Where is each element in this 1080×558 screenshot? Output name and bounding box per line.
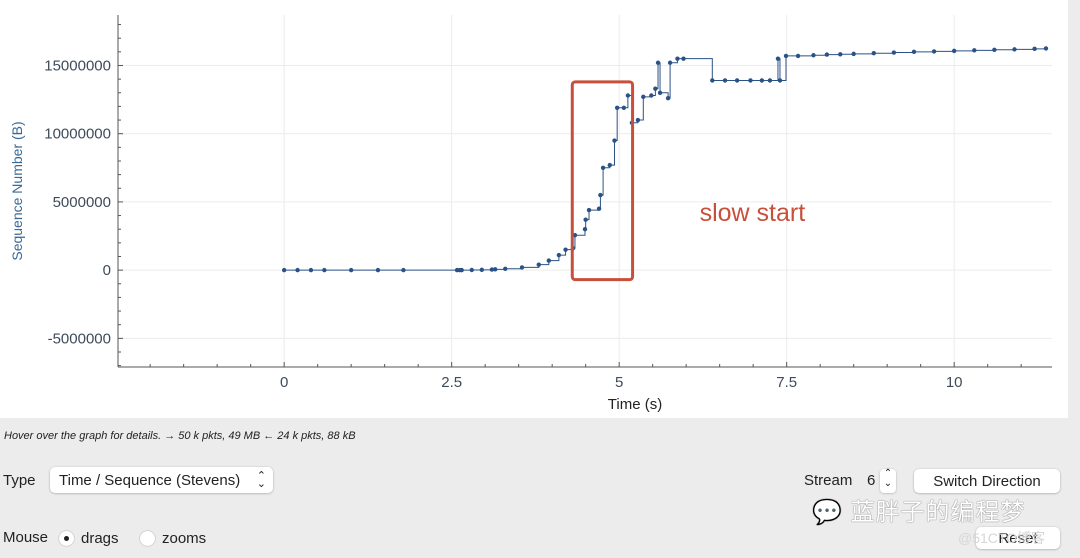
data-point [911, 49, 917, 55]
data-point [951, 48, 957, 54]
data-point [795, 53, 801, 59]
data-point [281, 267, 287, 273]
data-point [493, 267, 498, 272]
y-tick-label: 15000000 [44, 57, 111, 74]
data-point [675, 56, 680, 61]
data-point [665, 96, 671, 101]
data-point [375, 267, 381, 273]
data-point [536, 262, 541, 267]
data-point [681, 56, 686, 61]
wechat-icon: 💬 [812, 499, 843, 526]
x-tick-label: 10 [946, 374, 963, 391]
data-point [851, 51, 856, 57]
data-point [653, 86, 658, 91]
data-point [641, 94, 646, 100]
data-point [614, 105, 620, 110]
data-point [401, 267, 406, 273]
hint-text: Hover over the graph for details. → 50 k… [4, 430, 356, 442]
data-point [759, 78, 765, 83]
stream-stepper[interactable]: ⌃ ⌄ [880, 469, 896, 493]
data-point [635, 117, 641, 123]
radio-zooms-label[interactable]: zooms [162, 530, 206, 547]
data-point [1032, 46, 1037, 52]
data-point [596, 206, 602, 211]
data-point [322, 267, 327, 273]
data-point [992, 47, 997, 52]
data-point [1012, 47, 1017, 52]
data-point [563, 247, 568, 252]
data-point [1043, 46, 1049, 51]
data-point [295, 267, 300, 273]
watermark-site: @51CTO博客 [958, 530, 1046, 546]
stepper-down-icon[interactable]: ⌄ [884, 478, 892, 489]
data-point [871, 51, 876, 56]
data-point [655, 60, 661, 65]
data-point [459, 267, 464, 273]
data-point [503, 266, 508, 271]
data-point [546, 258, 552, 263]
data-point [657, 90, 663, 95]
x-axis-label: Time (s) [608, 396, 662, 413]
y-tick-label: 10000000 [44, 126, 111, 143]
y-axis-label: Sequence Number (B) [9, 121, 25, 260]
data-point [607, 162, 612, 168]
graph-area[interactable]: -5000000 0 5000000 10000000 15000000 0 2.5 5 7.5… [0, 0, 1068, 418]
data-point [734, 78, 740, 83]
data-point [600, 165, 606, 171]
data-point [783, 53, 789, 59]
data-point [479, 267, 485, 273]
slow-start-annotation: slow start [700, 199, 806, 227]
y-tick-label: -5000000 [48, 330, 111, 347]
data-point [348, 267, 354, 273]
x-tick-label: 7.5 [776, 374, 797, 391]
x-tick-label: 5 [615, 374, 623, 391]
data-point [775, 56, 781, 61]
data-point [777, 78, 783, 83]
data-point [891, 50, 897, 55]
x-tick-label: 0 [280, 374, 288, 391]
data-point [583, 217, 588, 222]
series-line [284, 48, 1047, 271]
data-point [710, 78, 715, 83]
data-point [667, 60, 673, 65]
data-point [722, 78, 728, 83]
data-point [748, 78, 753, 83]
type-select-value: Time / Sequence (Stevens) [59, 471, 241, 489]
x-tick-label: 2.5 [441, 374, 462, 391]
data-point [625, 93, 631, 98]
data-point [649, 93, 654, 98]
data-point [469, 267, 474, 273]
data-point [582, 227, 588, 232]
data-point [811, 53, 816, 58]
data-point [556, 252, 562, 258]
data-point [598, 192, 603, 198]
slow-start-highlight-box [570, 80, 635, 282]
stream-value[interactable]: 6 [867, 472, 875, 489]
data-point [767, 78, 773, 83]
data-point [308, 267, 314, 273]
radio-drags-label[interactable]: drags [81, 530, 119, 547]
radio-drags[interactable] [59, 531, 74, 546]
type-select[interactable]: Time / Sequence (Stevens) ⌃ ⌄ [50, 467, 273, 493]
y-tick-label: 0 [103, 262, 111, 279]
radio-zooms[interactable] [140, 531, 155, 546]
data-point [621, 105, 627, 110]
watermark: 💬 蓝胖子的编程梦 [812, 492, 1026, 527]
type-label: Type [3, 472, 36, 489]
data-point [972, 48, 977, 53]
stream-label: Stream [804, 472, 853, 489]
updown-chevron-icon: ⌃ ⌄ [256, 470, 266, 490]
y-tick-label: 5000000 [53, 194, 111, 211]
watermark-text: 蓝胖子的编程梦 [850, 499, 1026, 526]
data-point [824, 52, 830, 57]
data-point [586, 207, 592, 213]
switch-direction-button[interactable]: Switch Direction [914, 469, 1060, 493]
data-point [612, 138, 617, 143]
tcp-stream-chart[interactable]: -5000000 0 5000000 10000000 15000000 0 2.5 5 7.5… [0, 0, 1068, 418]
mouse-label: Mouse [3, 529, 49, 546]
data-point [519, 265, 525, 270]
data-point [838, 52, 843, 57]
data-point [931, 49, 937, 54]
